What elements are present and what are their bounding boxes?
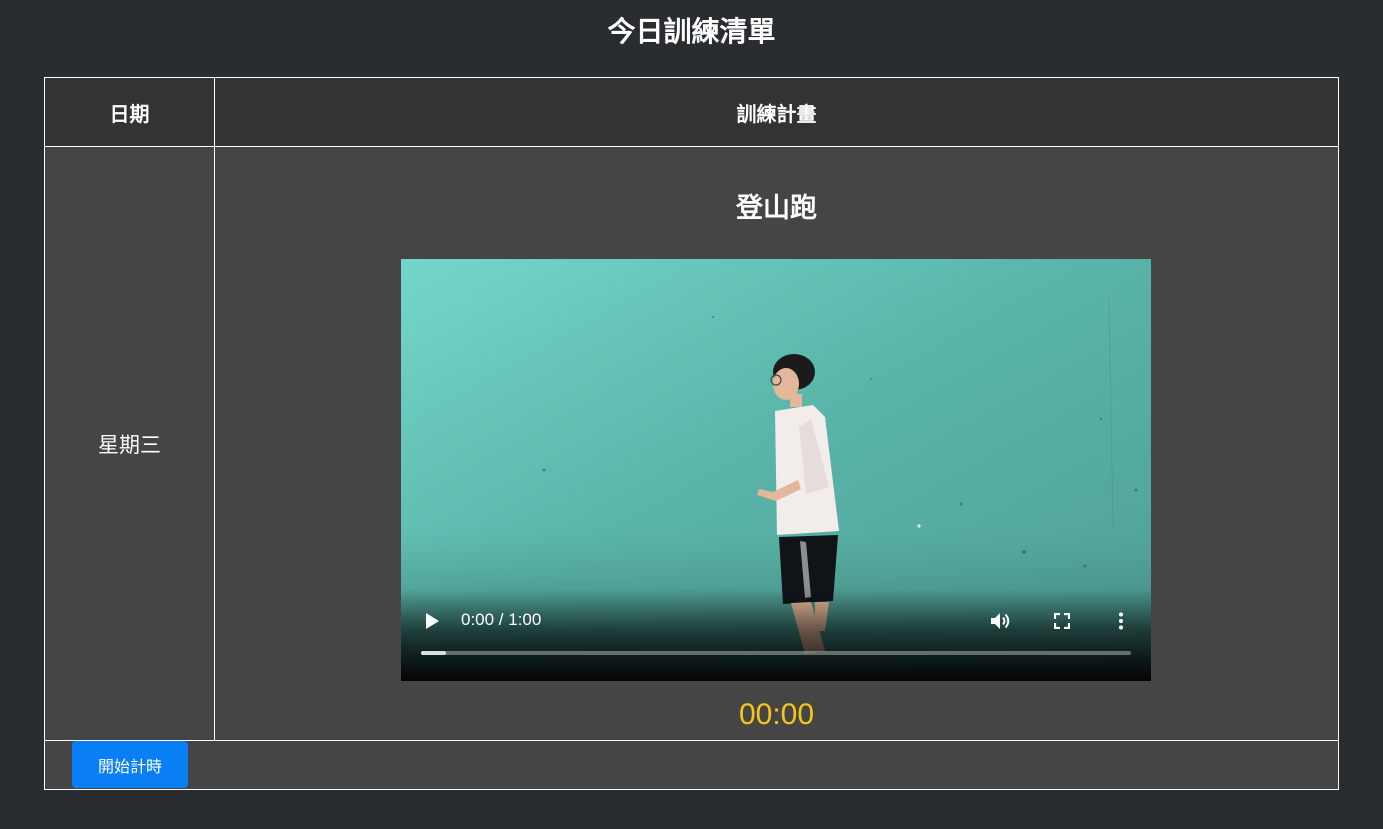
- video-controls: 0:00 / 1:00: [401, 589, 1151, 681]
- video-progress-bar[interactable]: [421, 651, 1131, 655]
- exercise-video-player[interactable]: 0:00 / 1:00: [401, 259, 1151, 681]
- training-table: 日期 訓練計畫 星期三 登山跑 0:00 / 1:00 00:00 開始計時: [44, 77, 1339, 790]
- video-time: 0:00 / 1:00: [461, 610, 542, 629]
- fullscreen-button[interactable]: [1050, 609, 1074, 633]
- fullscreen-icon: [1054, 613, 1070, 629]
- action-row: 開始計時: [45, 741, 1338, 789]
- page-title: 今日訓練清單: [607, 15, 776, 48]
- plan-cell: 登山跑 0:00 / 1:00 00:00: [215, 147, 1338, 741]
- more-options-icon: [1119, 612, 1123, 630]
- exercise-title: 登山跑: [736, 193, 817, 224]
- video-progress-fill: [421, 651, 446, 655]
- day-cell: 星期三: [45, 147, 215, 741]
- elapsed-timer: 00:00: [738, 698, 815, 731]
- play-button[interactable]: [421, 610, 443, 632]
- volume-icon: [991, 613, 1010, 629]
- date-column-header: 日期: [45, 78, 215, 147]
- start-timer-button[interactable]: 開始計時: [72, 741, 188, 788]
- mute-button[interactable]: [989, 609, 1013, 633]
- plan-column-header: 訓練計畫: [215, 78, 1338, 147]
- play-icon: [426, 613, 439, 629]
- more-options-button[interactable]: [1109, 609, 1133, 633]
